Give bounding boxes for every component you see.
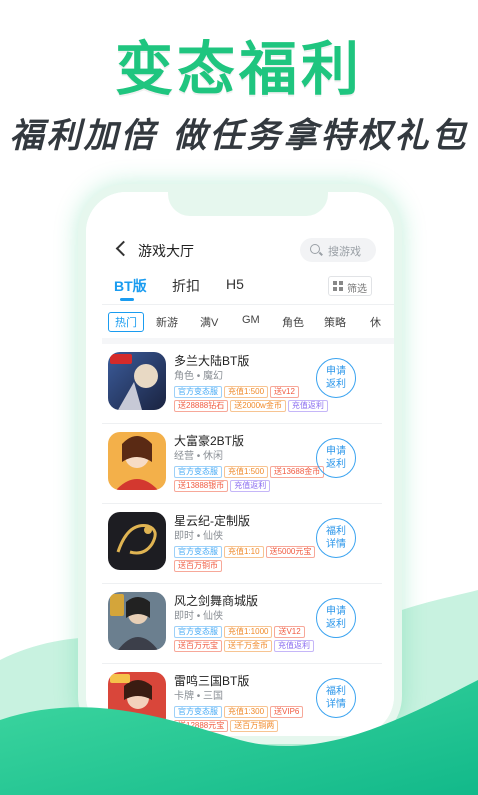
tag: 充值1:10	[224, 546, 264, 558]
tag-row: 送28888钻石 送2000w金币 充值返利	[174, 395, 330, 412]
filter-grid-icon	[333, 281, 343, 291]
tag-row: 官方变态服 充值1:500 送v12	[174, 381, 301, 398]
tab-bt[interactable]: BT版	[114, 276, 147, 296]
game-icon	[108, 672, 166, 730]
tag: 送13888银币	[174, 480, 229, 492]
game-category: 即时 • 仙侠	[174, 611, 224, 622]
tag: 送12888元宝	[174, 720, 229, 732]
button-line: 福利	[326, 686, 346, 697]
game-category: 即时 • 仙侠	[174, 531, 224, 542]
game-icon	[108, 432, 166, 490]
tag-row: 送百万铜币	[174, 555, 224, 572]
tag: 充值返利	[274, 640, 314, 652]
tag-row: 送12888元宝 送百万铜两	[174, 715, 280, 732]
list-item[interactable]: 风之剑舞商城版 即时 • 仙侠 官方变态服 充值1:1000 送V12 送百万元宝送…	[102, 584, 382, 664]
phone-notch	[168, 192, 328, 216]
tab-h5[interactable]: H5	[226, 276, 244, 292]
tag-row: 官方变态服 充值1:10 送5000元宝	[174, 541, 317, 558]
category-new[interactable]: 新游	[156, 314, 178, 330]
tag-row: 官方变态服 充值1:1000 送V12	[174, 621, 307, 638]
apply-rebate-button[interactable]: 申请 返利	[316, 598, 356, 638]
category-hot[interactable]: 热门	[108, 312, 144, 332]
button-line: 申请	[326, 446, 346, 457]
hero-subline: 福利加倍 做任务拿特权礼包	[9, 116, 469, 156]
filter-label: 筛选	[347, 284, 367, 295]
tag: 送5000元宝	[265, 546, 316, 558]
tag: 送百万元宝	[174, 640, 222, 652]
category-strategy[interactable]: 策略	[324, 314, 346, 330]
tag-row: 官方变态服 充值1:300 送VIP6	[174, 701, 305, 718]
page-title: 游戏大厅	[138, 243, 194, 259]
divider	[102, 304, 394, 305]
tag: 送2000w金币	[230, 400, 286, 412]
game-category: 卡牌 • 三国	[174, 691, 224, 702]
active-tab-indicator	[120, 298, 134, 301]
button-line: 申请	[326, 606, 346, 617]
search-icon	[310, 244, 320, 254]
welfare-details-button[interactable]: 福利 详情	[316, 518, 356, 558]
category-rpg[interactable]: 角色	[282, 314, 304, 330]
button-line: 福利	[326, 526, 346, 537]
game-category: 角色 • 魔幻	[174, 371, 224, 382]
tag-row: 送13888银币 充值返利	[174, 475, 272, 492]
button-line: 详情	[326, 539, 346, 550]
list-item[interactable]: 雷鸣三国BT版 卡牌 • 三国 官方变态服 充值1:300 送VIP6 送12888…	[102, 664, 382, 736]
tab-bar: BT版 折扣 H5 筛选	[108, 276, 378, 301]
button-line: 返利	[326, 619, 346, 630]
apply-rebate-button[interactable]: 申请 返利	[316, 358, 356, 398]
list-item[interactable]: 多兰大陆BT版 角色 • 魔幻 官方变态服 充值1:500 送v12 送28888钻…	[102, 344, 382, 424]
filter-button[interactable]: 筛选	[328, 276, 372, 296]
apply-rebate-button[interactable]: 申请 返利	[316, 438, 356, 478]
list-item[interactable]: 星云纪-定制版 即时 • 仙侠 官方变态服 充值1:10 送5000元宝 送百万铜币…	[102, 504, 382, 584]
tag: 送28888钻石	[174, 400, 229, 412]
welfare-details-button[interactable]: 福利 详情	[316, 678, 356, 718]
list-item[interactable]: 大富豪2BT版 经营 • 休闲 官方变态服 充值1:500 送13688金币 送13…	[102, 424, 382, 504]
tag-row: 送百万元宝 送千万金币 充值返利	[174, 635, 316, 652]
tag: 送千万金币	[224, 640, 272, 652]
tab-discount[interactable]: 折扣	[172, 276, 200, 296]
button-line: 详情	[326, 699, 346, 710]
game-icon	[108, 512, 166, 570]
game-icon	[108, 592, 166, 650]
tag: 送百万铜币	[174, 560, 222, 572]
button-line: 申请	[326, 366, 346, 377]
game-category: 经营 • 休闲	[174, 451, 224, 462]
button-line: 返利	[326, 459, 346, 470]
category-gm[interactable]: GM	[242, 314, 260, 326]
tag: 送百万铜两	[230, 720, 279, 732]
game-icon	[108, 352, 166, 410]
search-input[interactable]: 搜游戏	[300, 238, 376, 262]
phone-mockup: 游戏大厅 搜游戏 BT版 折扣 H5 筛选 热门 新游 满V GM 角色 策略 …	[78, 184, 402, 744]
phone-screen: 游戏大厅 搜游戏 BT版 折扣 H5 筛选 热门 新游 满V GM 角色 策略 …	[86, 192, 394, 736]
button-line: 返利	[326, 379, 346, 390]
tag: 充值返利	[230, 480, 271, 492]
tag: 充值返利	[287, 400, 328, 412]
hero-headline: 变态福利	[114, 35, 363, 103]
category-bar: 热门 新游 满V GM 角色 策略 休	[108, 312, 394, 332]
tag-row: 官方变态服 充值1:500 送13688金币	[174, 461, 326, 478]
category-casual[interactable]: 休	[370, 314, 381, 330]
chevron-left-icon[interactable]	[115, 240, 132, 257]
category-full-vip[interactable]: 满V	[200, 314, 218, 330]
top-bar: 游戏大厅 搜游戏	[108, 238, 378, 264]
search-placeholder: 搜游戏	[328, 246, 361, 258]
